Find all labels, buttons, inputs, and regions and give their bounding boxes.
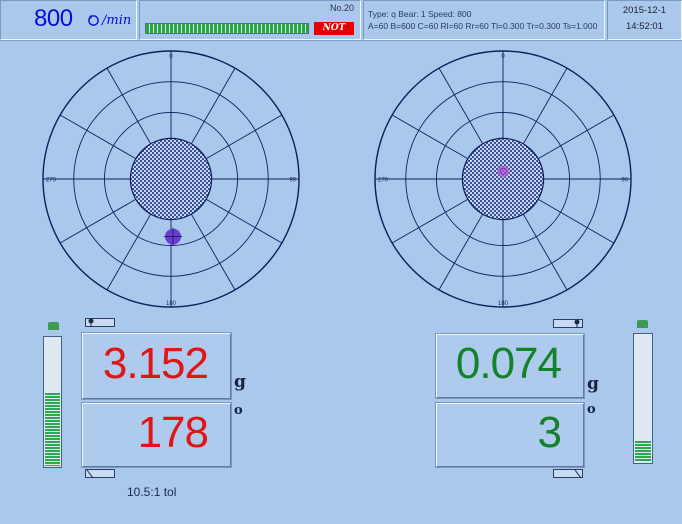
left-meter-cap (48, 322, 59, 330)
progress-fill (146, 24, 308, 33)
status-bar: 800 /min No.20 NOT Type: q Bear: 1 Speed… (0, 0, 682, 41)
left-amount-unit: g (234, 372, 246, 392)
speed-panel: 800 /min (0, 0, 137, 40)
left-dial-axis-label: 90 (289, 178, 296, 184)
right-amount-slider[interactable] (553, 319, 583, 328)
right-angle-slider[interactable] (553, 469, 583, 478)
right-dial-axis-label: 0 (501, 54, 505, 60)
right-dial-unbalance-marker (497, 165, 510, 178)
slider-knob-icon (574, 319, 580, 328)
left-dial-spoke (106, 67, 155, 151)
right-level-meter (633, 333, 653, 464)
slider-knob-icon (88, 318, 94, 327)
left-dial-axis-label: 0 (169, 54, 173, 60)
left-dial-spoke (59, 114, 143, 163)
right-dial-axis-label: 90 (621, 178, 628, 184)
left-angle-value: 178 (137, 408, 209, 457)
left-amount-box: 3.152 (81, 332, 232, 400)
right-dial-axis-label: 270 (378, 178, 389, 184)
right-angle-value: 3 (537, 408, 563, 457)
time-display: 14:52:01 (626, 21, 663, 32)
right-amount-box: 0.074 (435, 333, 585, 399)
left-dial-spoke (199, 195, 283, 244)
speed-unit: /min (102, 13, 132, 28)
right-dial-spoke (438, 207, 487, 291)
right-dial-spoke (519, 207, 568, 291)
datetime-panel: 2015-12-1 14:52:01 (607, 0, 682, 40)
right-dial-hub (461, 137, 545, 221)
left-angle-slider[interactable] (85, 469, 115, 478)
parameter-line-1: Type: q Bear: 1 Speed: 800 (368, 9, 472, 19)
speed-value: 800 (34, 5, 73, 32)
left-dial-axis-label: 270 (46, 178, 57, 184)
left-plane-dial: 0 180 270 90 (42, 50, 300, 308)
right-angle-box: 3 (435, 402, 585, 468)
slider-knob-icon (86, 469, 94, 478)
tolerance-label: 10.5:1 tol (127, 485, 177, 499)
right-meter-fill (635, 440, 651, 462)
right-plane-dial: 0 180 270 90 (374, 50, 632, 308)
rotation-icon (88, 14, 99, 26)
parameter-line-2: A=60 B=600 C=60 Rl=60 Rr=60 Tl=0.300 Tr=… (368, 21, 598, 31)
measurement-number: No.20 (329, 3, 354, 13)
right-meter-cap (637, 320, 648, 328)
slider-knob-icon (574, 469, 582, 478)
measure-panel: No.20 NOT (139, 0, 361, 40)
polar-plots: 0 180 270 90 0 180 270 90 (42, 50, 632, 308)
date-display: 2015-12-1 (622, 5, 667, 16)
left-dial-spoke (59, 195, 143, 244)
measure-progress-bar (145, 23, 309, 34)
left-dial-hub (129, 137, 213, 221)
right-angle-unit: o (587, 402, 596, 417)
left-dial-axis-label: 180 (166, 301, 177, 307)
right-amount-unit: g (587, 374, 599, 394)
right-dial-spoke (391, 114, 475, 163)
right-dial-spoke (531, 114, 615, 163)
right-dial-spoke (438, 67, 487, 151)
right-dial-spoke (531, 195, 615, 244)
left-dial-spoke (187, 67, 236, 151)
right-dial-axis-label: 180 (498, 301, 509, 307)
parameter-panel: Type: q Bear: 1 Speed: 800 A=60 B=600 C=… (363, 0, 605, 40)
left-level-meter (43, 336, 62, 468)
right-dial-spoke (391, 195, 475, 244)
left-dial-spoke (187, 207, 236, 291)
right-dial-spoke (519, 67, 568, 151)
left-angle-box: 178 (81, 402, 232, 468)
left-amount-value: 3.152 (102, 339, 209, 388)
status-badge: NOT (314, 22, 354, 35)
left-angle-unit: o (234, 403, 243, 418)
left-dial-spoke (199, 114, 283, 163)
left-amount-slider[interactable] (85, 318, 115, 327)
left-meter-fill (45, 392, 60, 466)
right-amount-value: 0.074 (455, 339, 562, 388)
left-dial-spoke (106, 207, 155, 291)
